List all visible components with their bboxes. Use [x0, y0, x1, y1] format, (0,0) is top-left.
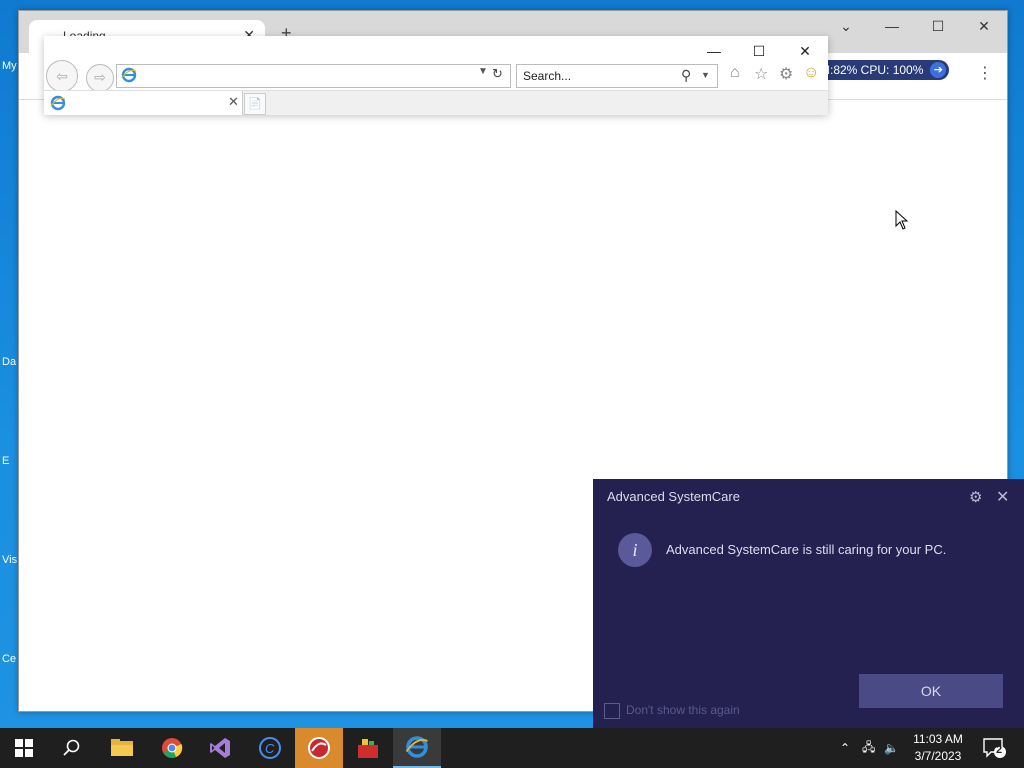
ie-new-tab-icon[interactable]: 📄 — [244, 93, 266, 115]
info-icon: i — [618, 533, 652, 567]
desktop-icon-label: My — [2, 60, 17, 72]
ie-window: — ☐ ✕ ⇦ ⇨ ▼ ↻ Search... ⚲ ▼ ⌂ ☆ ⚙ ☺ ✕ 📄 — [44, 36, 828, 115]
ie-tab-close-icon[interactable]: ✕ — [228, 94, 239, 110]
chrome-tab-search-icon[interactable]: ⌄ — [823, 11, 869, 41]
chrome-taskbar-button[interactable] — [148, 728, 196, 768]
clock[interactable]: 11:03 AM 3/7/2023 — [906, 731, 970, 765]
close-icon[interactable]: ✕ — [996, 487, 1009, 507]
ie-address-bar[interactable] — [116, 64, 511, 88]
home-icon[interactable]: ⌂ — [730, 64, 740, 82]
settings-gear-icon[interactable]: ⚙ — [779, 64, 793, 84]
internet-explorer-icon — [405, 736, 428, 758]
ie-maximize-button[interactable]: ☐ — [739, 42, 779, 60]
file-explorer-icon — [111, 739, 133, 756]
ie-page-icon — [121, 67, 137, 83]
desktop-icon-label: Vis — [2, 554, 18, 566]
notification-center-button[interactable]: 2 — [982, 736, 1006, 760]
gear-icon[interactable]: ⚙ — [969, 488, 982, 506]
chrome-close-button[interactable]: ✕ — [961, 11, 1007, 41]
app-button[interactable] — [344, 728, 392, 768]
dont-show-checkbox[interactable] — [604, 703, 620, 719]
ccleaner-icon: C — [259, 737, 281, 759]
desktop-icon-label: Ce — [2, 653, 17, 665]
arrow-right-icon[interactable]: ➔ — [930, 62, 947, 78]
volume-icon[interactable]: 🔈 — [884, 728, 899, 768]
network-icon[interactable]: 🖧 — [862, 728, 875, 768]
chevron-up-icon[interactable]: ⌃ — [840, 728, 850, 768]
address-dropdown-icon[interactable]: ▼ — [478, 66, 488, 77]
ie-tab-icon — [50, 95, 66, 111]
search-dropdown-icon[interactable]: ▼ — [701, 70, 710, 80]
clock-date: 3/7/2023 — [914, 749, 962, 763]
ie-tab-strip: ✕ 📄 — [44, 90, 828, 115]
notification-icon — [983, 738, 1006, 758]
asc-title: Advanced SystemCare — [607, 489, 740, 504]
asc-message: Advanced SystemCare is still caring for … — [666, 542, 947, 557]
start-button[interactable] — [0, 728, 48, 768]
mouse-cursor-icon — [895, 210, 909, 230]
chrome-menu-icon[interactable]: ⋮ — [977, 63, 993, 83]
ie-tab[interactable]: ✕ — [44, 91, 243, 115]
ie-close-button[interactable]: ✕ — [785, 42, 825, 60]
visual-studio-icon — [210, 738, 230, 758]
internet-explorer-button[interactable] — [393, 728, 441, 768]
feedback-smiley-icon[interactable]: ☺ — [803, 64, 819, 82]
ie-minimize-button[interactable]: — — [694, 42, 734, 60]
iobit-icon — [308, 737, 330, 759]
ok-button[interactable]: OK — [859, 674, 1003, 708]
app-icon — [358, 739, 378, 758]
system-stats-badge[interactable]: AM:82% CPU: 100% ➔ — [808, 60, 950, 80]
desktop-icon-label: Da — [2, 356, 17, 368]
notification-count: 2 — [996, 744, 1003, 756]
asc-notification: Advanced SystemCare ⚙ ✕ i Advanced Syste… — [593, 479, 1024, 728]
forward-arrow-icon[interactable]: ⇨ — [86, 64, 114, 92]
ccleaner-button[interactable]: C — [246, 728, 294, 768]
refresh-icon[interactable]: ↻ — [492, 66, 503, 82]
file-explorer-button[interactable] — [98, 728, 146, 768]
ie-search-box[interactable]: Search... ⚲ ▼ — [516, 64, 718, 88]
system-stats-text: AM:82% CPU: 100% — [812, 63, 924, 77]
dont-show-label: Don't show this again — [626, 703, 740, 717]
svg-text:C: C — [265, 741, 275, 756]
chrome-maximize-button[interactable]: ☐ — [915, 11, 961, 41]
ie-search-placeholder: Search... — [523, 69, 572, 83]
search-button[interactable] — [48, 728, 96, 768]
desktop-icon-label: E — [2, 455, 10, 467]
taskbar: C ⌃ 🖧 🔈 11:03 AM 3/7/2023 2 — [0, 728, 1024, 768]
chrome-icon — [162, 738, 183, 758]
back-arrow-icon[interactable]: ⇦ — [46, 60, 78, 92]
search-icon — [63, 739, 80, 756]
search-icon[interactable]: ⚲ — [681, 67, 691, 84]
chrome-minimize-button[interactable]: — — [869, 11, 915, 41]
start-icon — [15, 739, 33, 757]
favorites-star-icon[interactable]: ☆ — [754, 64, 768, 84]
visual-studio-button[interactable] — [196, 728, 244, 768]
clock-time: 11:03 AM — [913, 732, 963, 746]
iobit-button[interactable] — [295, 728, 343, 768]
